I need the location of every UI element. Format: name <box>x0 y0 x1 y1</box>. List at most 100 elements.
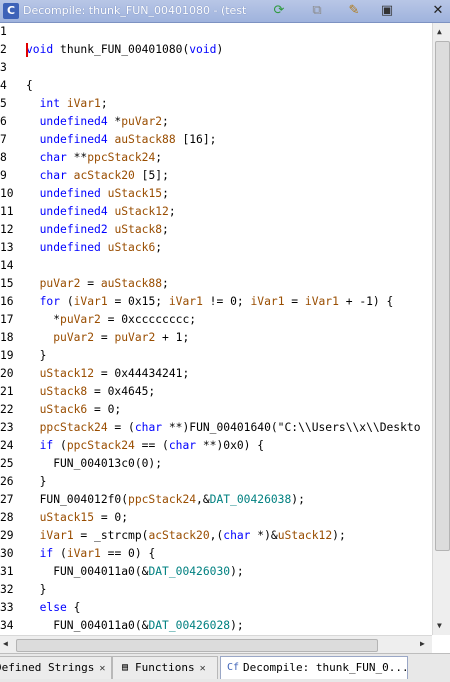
code-line[interactable]: 22 uStack6 = 0; <box>0 401 432 419</box>
code-line[interactable]: 32 } <box>0 581 432 599</box>
code-text: if (iVar1 == 0) { <box>39 547 156 560</box>
code-line[interactable]: 19 } <box>0 347 432 365</box>
code-text: void thunk_FUN_00401080(void) <box>26 43 224 56</box>
tab-decompile[interactable]: CfDecompile: thunk_FUN_0...✕ <box>220 656 408 679</box>
line-number: 9 <box>0 169 7 182</box>
scroll-up-arrow-icon[interactable]: ▲ <box>437 27 442 36</box>
code-line[interactable]: 8 char **ppcStack24; <box>0 149 432 167</box>
code-line[interactable]: 12 undefined2 uStack8; <box>0 221 432 239</box>
refresh-icon[interactable]: ⟳ <box>270 2 288 20</box>
line-number: 34 <box>0 619 14 632</box>
title-bar: C Decompile: thunk_FUN_00401080 - (test … <box>0 0 450 23</box>
code-text: int iVar1; <box>39 97 108 110</box>
code-text: undefined uStack6; <box>39 241 163 254</box>
line-number: 21 <box>0 385 14 398</box>
functions-icon: ▤ <box>121 662 129 673</box>
vertical-scrollbar[interactable]: ▲ ▼ <box>432 23 450 635</box>
code-line[interactable]: 20 uStack12 = 0x44434241; <box>0 365 432 383</box>
code-text: undefined2 uStack8; <box>39 223 169 236</box>
scroll-down-arrow-icon[interactable]: ▼ <box>437 621 442 630</box>
tab-functions[interactable]: ▤ Functions ✕ <box>112 656 218 679</box>
tab-strings[interactable]: Defined Strings ✕ <box>0 656 112 679</box>
vertical-scroll-thumb[interactable] <box>435 41 450 551</box>
line-number: 17 <box>0 313 14 326</box>
code-line[interactable]: 16 for (iVar1 = 0x15; iVar1 != 0; iVar1 … <box>0 293 432 311</box>
code-text: FUN_004011a0(&DAT_00426030); <box>26 565 244 578</box>
code-line[interactable]: 28 uStack15 = 0; <box>0 509 432 527</box>
line-number: 22 <box>0 403 14 416</box>
code-text: } <box>26 475 47 488</box>
line-number: 10 <box>0 187 14 200</box>
code-line[interactable]: 15 puVar2 = auStack88; <box>0 275 432 293</box>
line-number: 19 <box>0 349 14 362</box>
line-number: 12 <box>0 223 14 236</box>
line-number: 15 <box>0 277 14 290</box>
code-text: iVar1 = _strcmp(acStack20,(char *)&uStac… <box>39 529 346 542</box>
code-line[interactable]: 31 FUN_004011a0(&DAT_00426030); <box>0 563 432 581</box>
code-line[interactable]: 23 ppcStack24 = (char **)FUN_00401640("C… <box>0 419 432 437</box>
horizontal-scrollbar[interactable]: ◀ ▶ <box>0 635 432 654</box>
code-line[interactable]: 13 undefined uStack6; <box>0 239 432 257</box>
snapshot-icon[interactable]: ▣ <box>378 2 396 20</box>
copy-icon[interactable]: ⧉ <box>308 2 326 20</box>
code-line[interactable]: 27 FUN_004012f0(ppcStack24,&DAT_00426038… <box>0 491 432 509</box>
line-number: 14 <box>0 259 14 272</box>
code-text: ppcStack24 = (char **)FUN_00401640("C:\\… <box>39 421 421 434</box>
close-icon[interactable]: ✕ <box>429 2 447 20</box>
line-number: 28 <box>0 511 14 524</box>
tab-label: Functions <box>135 661 195 674</box>
code-line[interactable]: 9 char acStack20 [5]; <box>0 167 432 185</box>
code-line[interactable]: 3 <box>0 59 432 77</box>
code-text: uStack6 = 0; <box>39 403 122 416</box>
line-number: 33 <box>0 601 14 614</box>
text-cursor <box>26 43 28 57</box>
code-line[interactable]: 21 uStack8 = 0x4645; <box>0 383 432 401</box>
code-line[interactable]: 33 else { <box>0 599 432 617</box>
code-text: uStack15 = 0; <box>39 511 129 524</box>
code-line[interactable]: 1 <box>0 23 432 41</box>
scroll-left-arrow-icon[interactable]: ◀ <box>3 639 8 648</box>
close-icon[interactable]: ✕ <box>99 663 105 674</box>
code-line[interactable]: 29 iVar1 = _strcmp(acStack20,(char *)&uS… <box>0 527 432 545</box>
code-line[interactable]: 25 FUN_004013c0(0); <box>0 455 432 473</box>
code-text: puVar2 = puVar2 + 1; <box>53 331 190 344</box>
code-line[interactable]: 24 if (ppcStack24 == (char **)0x0) { <box>0 437 432 455</box>
code-line[interactable]: 14 <box>0 257 432 275</box>
line-number: 8 <box>0 151 7 164</box>
code-text: else { <box>39 601 81 614</box>
code-line[interactable]: 26 } <box>0 473 432 491</box>
code-text: FUN_004013c0(0); <box>26 457 163 470</box>
code-line[interactable]: 10 undefined uStack15; <box>0 185 432 203</box>
code-line[interactable]: 18 puVar2 = puVar2 + 1; <box>0 329 432 347</box>
line-number: 24 <box>0 439 14 452</box>
code-text: char **ppcStack24; <box>39 151 163 164</box>
code-line[interactable]: 4{ <box>0 77 432 95</box>
code-text: char acStack20 [5]; <box>39 169 169 182</box>
scroll-right-arrow-icon[interactable]: ▶ <box>420 639 425 648</box>
code-line[interactable]: 6 undefined4 *puVar2; <box>0 113 432 131</box>
code-line[interactable]: 34 FUN_004011a0(&DAT_00426028); <box>0 617 432 635</box>
tab-label: Defined Strings <box>0 661 95 674</box>
code-text: if (ppcStack24 == (char **)0x0) { <box>39 439 265 452</box>
line-number: 20 <box>0 367 14 380</box>
code-text: } <box>26 349 47 362</box>
horizontal-scroll-thumb[interactable] <box>16 639 378 652</box>
code-text: } <box>26 583 47 596</box>
code-line[interactable]: 30 if (iVar1 == 0) { <box>0 545 432 563</box>
tab-label: Decompile: thunk_FUN_0... <box>243 661 408 674</box>
edit-icon[interactable]: ✎ <box>345 2 363 20</box>
code-line[interactable]: 11 undefined4 uStack12; <box>0 203 432 221</box>
close-icon[interactable]: ✕ <box>200 663 206 674</box>
code-line[interactable]: 5 int iVar1; <box>0 95 432 113</box>
code-line[interactable]: 17 *puVar2 = 0xcccccccc; <box>0 311 432 329</box>
line-number: 26 <box>0 475 14 488</box>
code-text: undefined4 uStack12; <box>39 205 176 218</box>
code-line[interactable]: 7 undefined4 auStack88 [16]; <box>0 131 432 149</box>
code-line[interactable]: 2 void thunk_FUN_00401080(void) <box>0 41 432 59</box>
line-number: 6 <box>0 115 7 128</box>
decompiler-code-view[interactable]: 1 2 void thunk_FUN_00401080(void) 3 4{5 int … <box>0 23 432 635</box>
line-number: 16 <box>0 295 14 308</box>
line-number: 11 <box>0 205 14 218</box>
line-number: 3 <box>0 61 7 74</box>
window-title: Decompile: thunk_FUN_00401080 - (test <box>23 4 247 17</box>
